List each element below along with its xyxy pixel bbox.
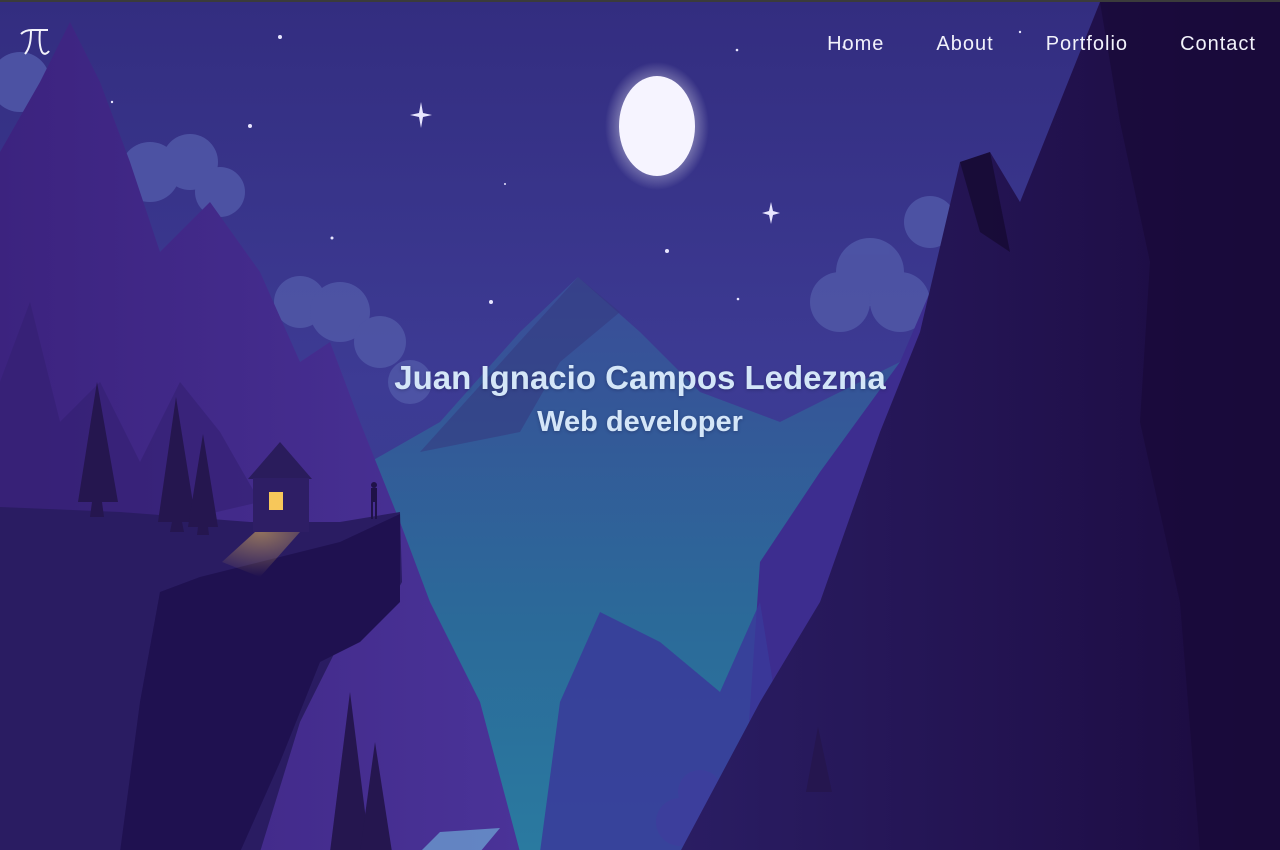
nav-contact-link[interactable]: Contact [1180, 32, 1256, 56]
nav-home-link[interactable]: Home [827, 32, 884, 56]
nav-about-link[interactable]: About [936, 32, 993, 56]
moon-icon [605, 62, 709, 190]
developer-role: Web developer [537, 406, 743, 438]
pi-logo-icon[interactable] [18, 26, 52, 58]
developer-name: Juan Ignacio Campos Ledezma [394, 359, 886, 396]
hero-section: Home About Portfolio Contact Juan Ignaci… [0, 0, 1280, 850]
nav-portfolio-link[interactable]: Portfolio [1046, 32, 1128, 56]
main-nav: Home About Portfolio Contact [775, 32, 1256, 56]
hero-headline: Juan Ignacio Campos Ledezma Web develope… [0, 358, 1280, 440]
